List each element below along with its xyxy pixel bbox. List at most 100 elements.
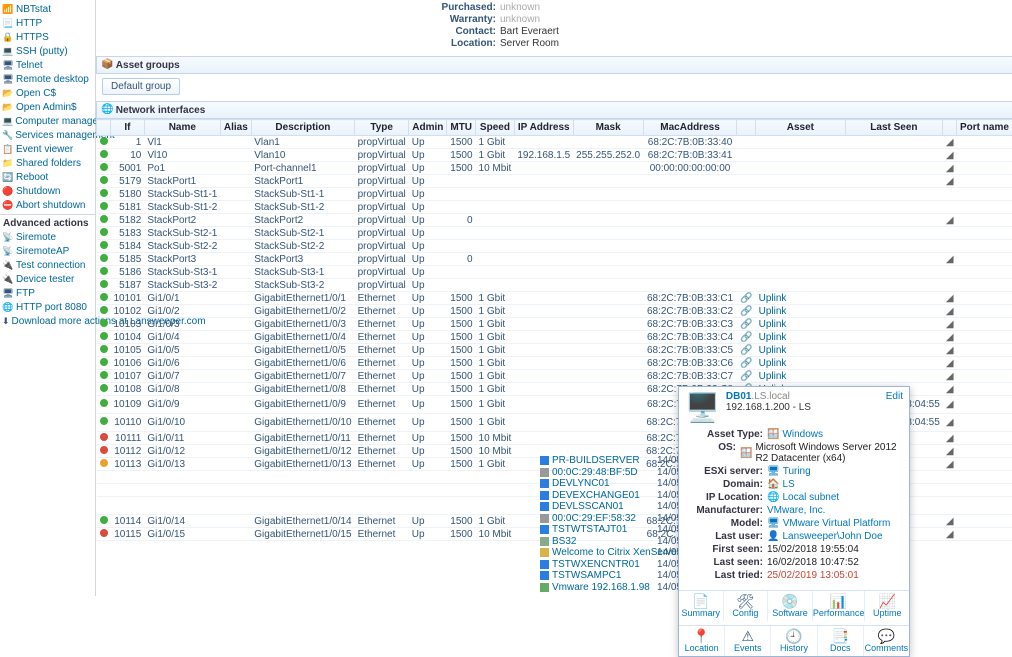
- table-row[interactable]: 10105Gi1/0/5GigabitEthernet1/0/5Ethernet…: [97, 344, 1012, 357]
- sidebar-item[interactable]: 📂Open C$: [0, 86, 95, 100]
- sidebar-item[interactable]: 🖥FTP: [0, 286, 95, 300]
- asset-link[interactable]: TSTWXENCNTR01: [552, 559, 640, 570]
- table-row[interactable]: 5001Po1Port-channel1propVirtualUp150010 …: [97, 162, 1012, 175]
- popup-field-value[interactable]: 🏠LS: [767, 479, 795, 490]
- column-header[interactable]: Port name: [957, 120, 1012, 136]
- sub-asset-row[interactable]: Vmware 192.168.1.98: [540, 582, 650, 593]
- sub-asset-row[interactable]: 00:0C:29:48:BF:5D: [540, 467, 638, 478]
- asset-link[interactable]: 00:0C:29:48:BF:5D: [552, 467, 638, 478]
- table-row[interactable]: 10104Gi1/0/4GigabitEthernet1/0/4Ethernet…: [97, 331, 1012, 344]
- sidebar-item[interactable]: 🔄Reboot: [0, 170, 95, 184]
- asset-link[interactable]: Uplink: [759, 371, 787, 382]
- row-expander-icon[interactable]: ◢: [946, 433, 954, 444]
- column-header[interactable]: MTU: [447, 120, 476, 136]
- column-header[interactable]: Type: [355, 120, 409, 136]
- row-expander-icon[interactable]: ◢: [946, 306, 954, 317]
- sub-asset-row[interactable]: TSTWTSTAJT01: [540, 524, 627, 535]
- column-header[interactable]: Asset: [756, 120, 845, 136]
- table-row[interactable]: 5186StackSub-St3-1StackSub-St3-1propVirt…: [97, 266, 1012, 279]
- table-row[interactable]: 10101Gi1/0/1GigabitEthernet1/0/1Ethernet…: [97, 292, 1012, 305]
- sidebar-item[interactable]: 📡SiremoteAP: [0, 244, 95, 258]
- column-header[interactable]: Name: [144, 120, 220, 136]
- popup-field-value[interactable]: 👤Lansweeper\John Doe: [767, 531, 883, 542]
- table-row[interactable]: 5181StackSub-St1-2StackSub-St1-2propVirt…: [97, 201, 1012, 214]
- row-expander-icon[interactable]: ◢: [946, 516, 954, 527]
- sidebar-item[interactable]: 🔌Device tester: [0, 272, 95, 286]
- table-row[interactable]: 5185StackPort3StackPort3propVirtualUp0◢: [97, 253, 1012, 266]
- table-row[interactable]: 10107Gi1/0/7GigabitEthernet1/0/7Ethernet…: [97, 370, 1012, 383]
- asset-link[interactable]: Uplink: [759, 358, 787, 369]
- asset-link[interactable]: Uplink: [759, 319, 787, 330]
- asset-link[interactable]: 00:0C:29:EF:58:32: [552, 513, 636, 524]
- sidebar-item[interactable]: 🔒HTTPS: [0, 30, 95, 44]
- column-header[interactable]: MacAddress: [643, 120, 737, 136]
- asset-link[interactable]: Vmware 192.168.1.98: [552, 582, 650, 593]
- table-row[interactable]: 5179StackPort1StackPort1propVirtualUp◢: [97, 175, 1012, 188]
- row-expander-icon[interactable]: ◢: [946, 163, 954, 174]
- asset-link[interactable]: Uplink: [759, 306, 787, 317]
- asset-link[interactable]: Uplink: [759, 332, 787, 343]
- table-row[interactable]: 5184StackSub-St2-2StackSub-St2-2propVirt…: [97, 240, 1012, 253]
- column-header[interactable]: [737, 120, 756, 136]
- sidebar-item[interactable]: 🔌Test connection: [0, 258, 95, 272]
- table-row[interactable]: 10103Gi1/0/3GigabitEthernet1/0/3Ethernet…: [97, 318, 1012, 331]
- column-header[interactable]: If: [111, 120, 145, 136]
- sidebar-item[interactable]: 🔧Services management: [0, 128, 95, 142]
- sub-asset-row[interactable]: TSTWSAMPC1: [540, 570, 621, 581]
- asset-link[interactable]: Uplink: [759, 293, 787, 304]
- sidebar-item[interactable]: 🔴Shutdown: [0, 184, 95, 198]
- sidebar-item[interactable]: 📃HTTP: [0, 16, 95, 30]
- table-row[interactable]: 5182StackPort2StackPort2propVirtualUp0◢: [97, 214, 1012, 227]
- sidebar-item[interactable]: ⬇Download more actions at Lansweeper.com: [0, 314, 95, 328]
- edit-link[interactable]: Edit: [886, 391, 903, 402]
- asset-link[interactable]: Uplink: [759, 345, 787, 356]
- asset-link[interactable]: BS32: [552, 536, 576, 547]
- row-expander-icon[interactable]: ◢: [946, 417, 954, 428]
- table-row[interactable]: 10102Gi1/0/2GigabitEthernet1/0/2Ethernet…: [97, 305, 1012, 318]
- table-row[interactable]: 5187StackSub-St3-2StackSub-St3-2propVirt…: [97, 279, 1012, 292]
- asset-link[interactable]: TSTWTSTAJT01: [552, 524, 627, 535]
- popup-field-value[interactable]: VMware, Inc.: [767, 505, 825, 516]
- popup-action-comments[interactable]: 💬Comments: [864, 626, 909, 656]
- asset-link[interactable]: TSTWSAMPC1: [552, 570, 621, 581]
- column-header[interactable]: Admin: [409, 120, 447, 136]
- column-header[interactable]: Description: [251, 120, 354, 136]
- column-header[interactable]: [943, 120, 957, 136]
- table-row[interactable]: 10106Gi1/0/6GigabitEthernet1/0/6Ethernet…: [97, 357, 1012, 370]
- row-expander-icon[interactable]: ◢: [946, 176, 954, 187]
- sub-asset-row[interactable]: DEVLYNC01: [540, 478, 610, 489]
- sidebar-item[interactable]: 🌐HTTP port 8080: [0, 300, 95, 314]
- default-group-button[interactable]: Default group: [102, 78, 180, 95]
- sidebar-item[interactable]: 📂Open Admin$: [0, 100, 95, 114]
- column-header[interactable]: Mask: [573, 120, 643, 136]
- table-row[interactable]: 10Vl10Vlan10propVirtualUp15001 Gbit192.1…: [97, 149, 1012, 162]
- column-header[interactable]: IP Address: [514, 120, 573, 136]
- asset-link[interactable]: DEVLSSCAN01: [552, 501, 624, 512]
- popup-asset-name[interactable]: DB01: [726, 391, 752, 402]
- sidebar-item[interactable]: 📡Siremote: [0, 230, 95, 244]
- row-expander-icon[interactable]: ◢: [946, 150, 954, 161]
- table-row[interactable]: 5180StackSub-St1-1StackSub-St1-1propVirt…: [97, 188, 1012, 201]
- sidebar-item[interactable]: 💻SSH (putty): [0, 44, 95, 58]
- popup-field-value[interactable]: 🌐Local subnet: [767, 492, 839, 503]
- table-row[interactable]: 1Vl1Vlan1propVirtualUp15001 Gbit68:2C:7B…: [97, 136, 1012, 149]
- popup-field-value[interactable]: 🖥Turing: [767, 466, 811, 477]
- sub-asset-row[interactable]: TSTWXENCNTR01: [540, 559, 640, 570]
- column-header[interactable]: Alias: [220, 120, 251, 136]
- sub-asset-row[interactable]: DEVEXCHANGE01: [540, 490, 640, 501]
- sidebar-item[interactable]: 📁Shared folders: [0, 156, 95, 170]
- row-expander-icon[interactable]: ◢: [946, 345, 954, 356]
- asset-link[interactable]: DEVEXCHANGE01: [552, 490, 640, 501]
- sub-asset-row[interactable]: PR-BUILDSERVER: [540, 455, 640, 466]
- sub-asset-row[interactable]: BS32: [540, 536, 576, 547]
- row-expander-icon[interactable]: ◢: [946, 459, 954, 470]
- sidebar-item[interactable]: 📋Event viewer: [0, 142, 95, 156]
- row-expander-icon[interactable]: ◢: [946, 254, 954, 265]
- row-expander-icon[interactable]: ◢: [946, 399, 954, 410]
- popup-action-docs[interactable]: 📑Docs: [818, 626, 864, 656]
- row-expander-icon[interactable]: ◢: [946, 529, 954, 540]
- row-expander-icon[interactable]: ◢: [946, 332, 954, 343]
- sidebar-item[interactable]: ⛔Abort shutdown: [0, 198, 95, 212]
- popup-action-location[interactable]: 📍Location: [679, 626, 725, 656]
- sidebar-item[interactable]: 🖥Remote desktop: [0, 72, 95, 86]
